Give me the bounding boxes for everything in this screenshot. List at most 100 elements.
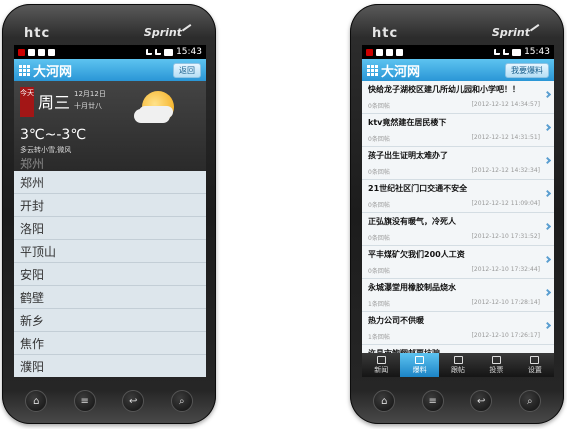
- news-replies: 0条回帖: [368, 136, 390, 143]
- screen-right: 15:43 大河网 我要爆料 快给龙子湖校区建几所幼儿园和小学吧！！ 0条回帖 […: [362, 45, 554, 377]
- search-icon[interactable]: ⌕: [518, 390, 541, 412]
- status-icons-left: [366, 48, 403, 56]
- city-item[interactable]: 开封: [14, 194, 206, 217]
- chevron-right-icon: [543, 90, 552, 99]
- chat-icon: [415, 355, 425, 364]
- news-icon: [376, 355, 386, 364]
- bottom-tab-bar: 新闻 爆料 跟帖 投票 设置: [362, 353, 554, 377]
- news-replies: 0条回帖: [368, 268, 390, 275]
- city-item[interactable]: 新乡: [14, 309, 206, 332]
- date: 12月12日: [74, 90, 106, 98]
- chevron-right-icon: [543, 123, 552, 132]
- news-time: [2012-12-10 17:28:14]: [471, 299, 540, 306]
- brand-logo: htc: [372, 26, 399, 41]
- app-header: 大河网 返回: [14, 59, 206, 81]
- weather-description: 多云转小雪,微风: [20, 146, 72, 154]
- city-item[interactable]: 洛阳: [14, 217, 206, 240]
- carrier-logo: Sprint: [491, 24, 544, 39]
- tab-label: 投票: [489, 365, 504, 374]
- city-item[interactable]: 郑州: [14, 171, 206, 194]
- city-item[interactable]: 濮阳: [14, 355, 206, 377]
- app-title: 大河网: [381, 64, 421, 80]
- battery-icon: [164, 48, 174, 56]
- home-icon[interactable]: ⌂: [25, 390, 48, 412]
- news-title: 孩子出生证明太难办了: [368, 151, 448, 160]
- phone-left: htc Sprint 15:43 大河网 返回 今天 周三 12月12日 十月廿…: [2, 4, 216, 424]
- tab-label: 新闻: [374, 365, 389, 374]
- tab-label: 跟帖: [451, 365, 466, 374]
- tab-label: 爆料: [412, 365, 427, 374]
- wifi-icon: [146, 49, 153, 55]
- news-item[interactable]: 平丰煤矿欠我们200人工资 0条回帖 [2012-12-10 17:32:44]: [362, 246, 554, 279]
- news-time: [2012-12-10 17:32:44]: [471, 266, 540, 273]
- news-title: 正弘旗没有暖气，冷死人: [368, 217, 456, 226]
- signal-icon: [503, 49, 510, 55]
- city-item[interactable]: 焦作: [14, 332, 206, 355]
- download-icon: [38, 48, 45, 56]
- status-time: 15:43: [524, 47, 550, 57]
- news-item[interactable]: 永城瀑堂用橡胶制品烧水 1条回帖 [2012-12-10 17:28:14]: [362, 279, 554, 312]
- tab-news[interactable]: 新闻: [362, 353, 400, 377]
- news-title: 平丰煤矿欠我们200人工资: [368, 250, 465, 259]
- grid-menu-icon[interactable]: [367, 64, 378, 76]
- app-title: 大河网: [33, 64, 73, 80]
- city-item[interactable]: 鹤壁: [14, 286, 206, 309]
- news-item[interactable]: 正弘旗没有暖气，冷死人 0条回帖 [2012-12-10 17:31:52]: [362, 213, 554, 246]
- usb-icon: [28, 48, 35, 56]
- news-item[interactable]: 21世纪社区门口交通不安全 0条回帖 [2012-12-12 11:09:04]: [362, 180, 554, 213]
- news-time: [2012-12-10 17:31:52]: [471, 233, 540, 240]
- news-replies: 1条回帖: [368, 301, 390, 308]
- tab-report[interactable]: 爆料: [400, 353, 439, 377]
- news-item[interactable]: 快给龙子湖校区建几所幼儿园和小学吧！！ 0条回帖 [2012-12-12 14:3…: [362, 81, 554, 114]
- chevron-right-icon: [543, 288, 552, 297]
- news-time: [2012-12-12 14:34:57]: [471, 101, 540, 108]
- news-item[interactable]: ktv竟然建在居民楼下 0条回帖 [2012-12-12 14:31:51]: [362, 114, 554, 147]
- news-replies: 1条回帖: [368, 334, 390, 341]
- home-icon[interactable]: ⌂: [373, 390, 396, 412]
- menu-icon[interactable]: ≡: [73, 390, 96, 412]
- hardware-keys: ⌂ ≡ ↩ ⌕: [2, 390, 216, 412]
- list-icon: [453, 355, 463, 364]
- download-icon: [386, 48, 393, 56]
- grid-menu-icon[interactable]: [19, 64, 30, 76]
- city-list: 郑州 开封 洛阳 平顶山 安阳 鹤壁 新乡 焦作 濮阳: [14, 171, 206, 377]
- news-item[interactable]: 热力公司不供暖 1条回帖 [2012-12-10 17:26:17]: [362, 312, 554, 345]
- notification-icon: [18, 48, 25, 56]
- news-replies: 0条回帖: [368, 169, 390, 176]
- status-bar: 15:43: [362, 45, 554, 59]
- app-icon: [48, 48, 55, 56]
- news-replies: 0条回帖: [368, 103, 390, 110]
- tab-vote[interactable]: 投票: [477, 353, 515, 377]
- news-title: 快给龙子湖校区建几所幼儿园和小学吧！！: [368, 85, 520, 94]
- tab-replies[interactable]: 跟帖: [439, 353, 477, 377]
- weather-panel: 今天 周三 12月12日 十月廿八 3℃~-3℃ 多云转小雪,微风 郑州: [14, 81, 206, 171]
- tab-settings[interactable]: 设置: [516, 353, 554, 377]
- status-time: 15:43: [176, 47, 202, 57]
- gear-icon: [530, 355, 540, 364]
- city-item[interactable]: 平顶山: [14, 240, 206, 263]
- status-icons-right: 15:43: [146, 47, 202, 57]
- report-news-button[interactable]: 我要爆料: [505, 62, 549, 78]
- app-icon: [396, 48, 403, 56]
- carrier-name: Sprint: [143, 26, 182, 39]
- search-icon[interactable]: ⌕: [170, 390, 193, 412]
- news-time: [2012-12-10 17:26:17]: [471, 332, 540, 339]
- news-title: 21世纪社区门口交通不安全: [368, 184, 468, 193]
- app-header: 大河网 我要爆料: [362, 59, 554, 81]
- status-bar: 15:43: [14, 45, 206, 59]
- carrier-name: Sprint: [491, 26, 530, 39]
- temperature: 3℃~-3℃: [20, 127, 87, 143]
- news-time: [2012-12-12 14:31:51]: [471, 134, 540, 141]
- usb-icon: [376, 48, 383, 56]
- menu-icon[interactable]: ≡: [421, 390, 444, 412]
- status-icons-left: [18, 48, 55, 56]
- back-button[interactable]: 返回: [173, 62, 201, 78]
- city-item[interactable]: 安阳: [14, 263, 206, 286]
- signal-icon: [155, 49, 162, 55]
- screen-left: 15:43 大河网 返回 今天 周三 12月12日 十月廿八 3℃~-3℃ 多云…: [14, 45, 206, 377]
- news-time: [2012-12-12 14:32:34]: [471, 167, 540, 174]
- news-item[interactable]: 孩子出生证明太难办了 0条回帖 [2012-12-12 14:32:34]: [362, 147, 554, 180]
- back-icon[interactable]: ↩: [470, 390, 493, 412]
- news-time: [2012-12-12 11:09:04]: [471, 200, 540, 207]
- back-icon[interactable]: ↩: [122, 390, 145, 412]
